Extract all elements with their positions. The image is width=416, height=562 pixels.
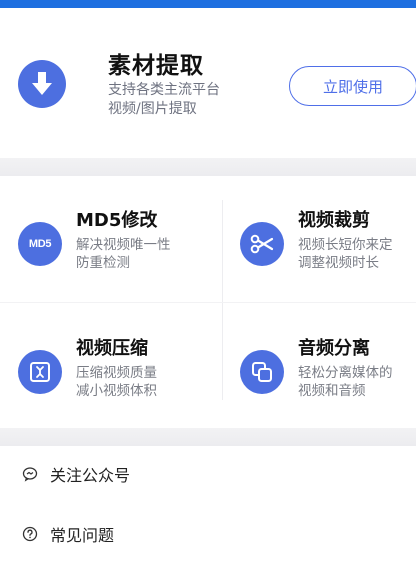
tool-audio-separate[interactable]: 音频分离 轻松分离媒体的 视频和音频 [222, 304, 416, 414]
tool-description: 轻松分离媒体的 视频和音频 [298, 364, 416, 400]
wechat-icon [22, 466, 38, 482]
tool-title: 视频压缩 [76, 338, 148, 359]
section-divider [0, 428, 416, 446]
md5-icon: MD5 [18, 222, 62, 266]
tool-desc-line1: 轻松分离媒体的 [298, 365, 393, 381]
tool-desc-line2: 视频和音频 [298, 383, 366, 399]
window-top-bar [0, 0, 416, 8]
material-extract-card[interactable]: 素材提取 支持各类主流平台 视频/图片提取 立即使用 [0, 8, 416, 158]
menu-faq[interactable]: 常见问题 [0, 510, 416, 558]
compress-icon [18, 350, 62, 394]
use-now-button[interactable]: 立即使用 [289, 66, 416, 106]
scissors-icon [240, 222, 284, 266]
tool-md5-modify[interactable]: MD5 MD5修改 解决视频唯一性 防重检测 [0, 176, 200, 286]
tool-desc-line1: 解决视频唯一性 [76, 237, 171, 253]
tool-title: 音频分离 [298, 338, 370, 359]
menu-follow-official-account[interactable]: 关注公众号 [0, 450, 416, 498]
md5-icon-text: MD5 [28, 238, 52, 250]
tool-desc-line2: 减小视频体积 [76, 383, 157, 399]
separate-icon [240, 350, 284, 394]
hero-subtitle: 支持各类主流平台 视频/图片提取 [108, 81, 258, 119]
tool-video-compress[interactable]: 视频压缩 压缩视频质量 减小视频体积 [0, 304, 200, 414]
tool-title: MD5修改 [76, 210, 158, 231]
tool-video-crop[interactable]: 视频裁剪 视频长短你来定 调整视频时长 [222, 176, 416, 286]
hero-subtitle-line2: 视频/图片提取 [108, 101, 197, 117]
hero-title: 素材提取 [108, 53, 204, 79]
tool-description: 视频长短你来定 调整视频时长 [298, 236, 416, 272]
grid-divider-horizontal [0, 302, 416, 303]
download-arrow-icon [18, 60, 66, 108]
tool-title: 视频裁剪 [298, 210, 370, 231]
menu-label: 常见问题 [50, 526, 115, 545]
tool-desc-line2: 防重检测 [76, 255, 130, 271]
tool-description: 解决视频唯一性 防重检测 [76, 236, 194, 272]
section-divider [0, 158, 416, 176]
menu-label: 关注公众号 [50, 466, 131, 485]
help-circle-icon [22, 526, 38, 542]
tools-grid: MD5 MD5修改 解决视频唯一性 防重检测 视频裁剪 视频长短你来定 调整视频… [0, 176, 416, 428]
hero-subtitle-line1: 支持各类主流平台 [108, 82, 220, 98]
tool-desc-line2: 调整视频时长 [298, 255, 379, 271]
tool-desc-line1: 视频长短你来定 [298, 237, 393, 253]
tool-description: 压缩视频质量 减小视频体积 [76, 364, 194, 400]
tool-desc-line1: 压缩视频质量 [76, 365, 157, 381]
